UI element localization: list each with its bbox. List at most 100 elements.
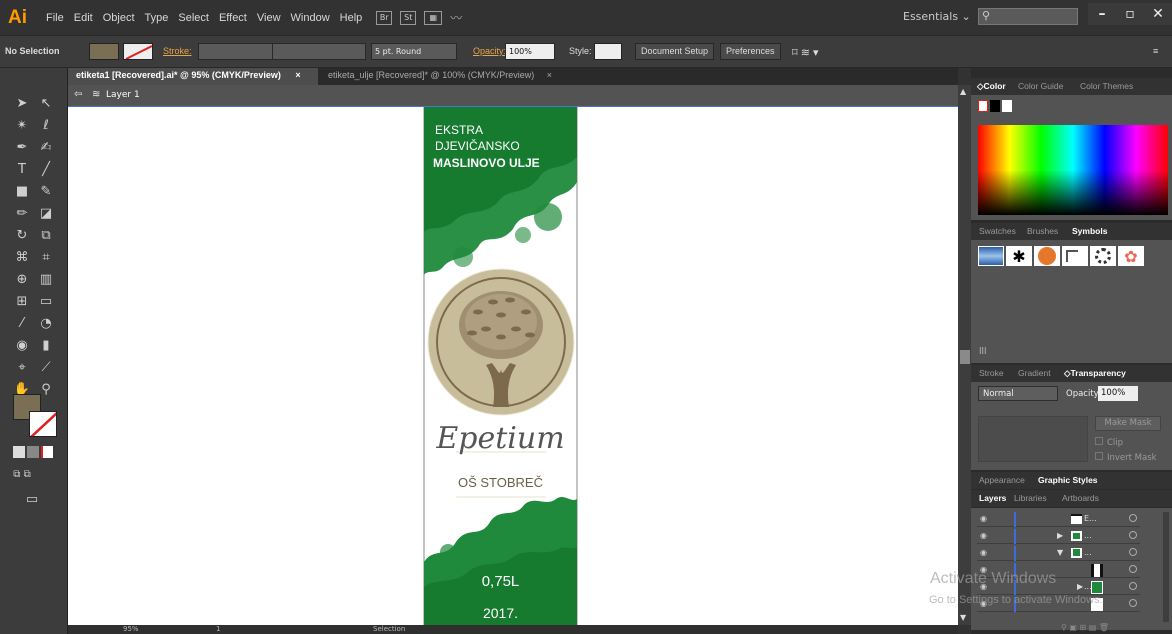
- tab-layers[interactable]: Layers: [979, 493, 1006, 503]
- fill-stroke-mini-icon[interactable]: [978, 100, 1012, 112]
- search-stock-input[interactable]: ⚲: [978, 8, 1078, 25]
- layers-scrollbar[interactable]: [1163, 512, 1169, 622]
- stroke-weight-field[interactable]: [198, 43, 273, 60]
- visibility-eye-icon[interactable]: ◉: [980, 514, 987, 523]
- symbol-orange-button[interactable]: [1034, 246, 1060, 266]
- stroke-label[interactable]: Stroke:: [163, 46, 192, 56]
- opacity-label[interactable]: Opacity:: [473, 46, 506, 56]
- menu-effect[interactable]: Effect: [219, 12, 247, 24]
- symbol-splatter[interactable]: ✱: [1006, 246, 1032, 266]
- symbol-dots-ring[interactable]: [1090, 246, 1116, 266]
- expand-arrow-icon[interactable]: ▶: [1057, 531, 1063, 540]
- menu-file[interactable]: File: [46, 12, 64, 24]
- maximize-button[interactable]: ▫: [1116, 3, 1144, 25]
- tab-color-themes[interactable]: Color Themes: [1080, 81, 1133, 91]
- layer-breadcrumb[interactable]: Layer 1: [106, 90, 140, 100]
- symbol-flower[interactable]: ✿: [1118, 246, 1144, 266]
- perspective-grid-tool-icon[interactable]: ▥: [34, 268, 58, 290]
- rectangle-tool-icon[interactable]: ■: [10, 180, 34, 202]
- menu-window[interactable]: Window: [291, 12, 330, 24]
- blend-mode-select[interactable]: Normal: [978, 386, 1058, 401]
- make-mask-button[interactable]: Make Mask: [1095, 416, 1161, 431]
- artboard-number[interactable]: 1: [216, 625, 220, 633]
- visibility-eye-icon[interactable]: ◉: [980, 548, 987, 557]
- tab-swatches[interactable]: Swatches: [979, 226, 1016, 236]
- collapse-arrow-icon[interactable]: ▼: [1057, 548, 1063, 557]
- tab-color[interactable]: ◇Color: [977, 81, 1006, 92]
- tab-appearance[interactable]: Appearance: [979, 475, 1025, 485]
- selection-tool-icon[interactable]: ➤: [10, 92, 34, 114]
- tab-symbols[interactable]: Symbols: [1072, 226, 1107, 236]
- tab-libraries[interactable]: Libraries: [1014, 493, 1047, 503]
- tab-etiketa1[interactable]: etiketa1 [Recovered].ai* @ 95% (CMYK/Pre…: [68, 68, 318, 85]
- preferences-button[interactable]: Preferences: [720, 43, 781, 60]
- stroke-color-box[interactable]: [29, 411, 57, 437]
- tab-gradient[interactable]: Gradient: [1018, 368, 1051, 378]
- scroll-up-icon[interactable]: ▲: [960, 87, 966, 96]
- tab-brushes[interactable]: Brushes: [1027, 226, 1058, 236]
- target-circle-icon[interactable]: [1129, 531, 1137, 539]
- transparency-opacity-field[interactable]: 100%: [1098, 386, 1138, 401]
- close-button[interactable]: ✕: [1144, 3, 1172, 25]
- target-circle-icon[interactable]: [1129, 582, 1137, 590]
- panel-menu-icon[interactable]: ≡: [1153, 46, 1158, 56]
- target-circle-icon[interactable]: [1129, 565, 1137, 573]
- symbol-sprayer-tool-icon[interactable]: ◉: [10, 334, 34, 356]
- tab-color-guide[interactable]: Color Guide: [1018, 81, 1063, 91]
- line-tool-icon[interactable]: ╱: [34, 158, 58, 180]
- mask-thumbnail[interactable]: [978, 416, 1088, 462]
- tab-artboards[interactable]: Artboards: [1062, 493, 1099, 503]
- symbol-blue-banner[interactable]: [978, 246, 1004, 266]
- stock-button[interactable]: St: [400, 10, 417, 25]
- tab-graphic-styles[interactable]: Graphic Styles: [1038, 475, 1098, 485]
- layer-row[interactable]: ◉ ▼...: [977, 546, 1140, 561]
- menu-edit[interactable]: Edit: [74, 12, 93, 24]
- eyedropper-tool-icon[interactable]: ⁄: [10, 312, 34, 334]
- tab-close-icon[interactable]: ×: [547, 70, 552, 80]
- opacity-field[interactable]: 100%: [505, 43, 555, 60]
- symbol-libraries-icon[interactable]: lll: [979, 347, 987, 357]
- artboard-tool-icon[interactable]: ⌖: [10, 356, 34, 378]
- style-swatch[interactable]: [594, 43, 622, 60]
- vertical-scrollbar[interactable]: ▲ ▼: [958, 85, 971, 625]
- clip-checkbox[interactable]: Clip: [1095, 437, 1123, 448]
- brush-definition-dropdown[interactable]: 5 pt. Round: [371, 43, 457, 60]
- tab-etiketa-ulje[interactable]: etiketa_ulje [Recovered]* @ 100% (CMYK/P…: [320, 68, 580, 85]
- curvature-tool-icon[interactable]: ✍: [34, 136, 58, 158]
- align-icon[interactable]: ⌑ ≋ ▾: [792, 46, 819, 59]
- menu-object[interactable]: Object: [103, 12, 135, 24]
- symbol-frame[interactable]: [1062, 246, 1088, 266]
- expand-arrow-icon[interactable]: ▶: [1077, 582, 1083, 591]
- back-arrow-icon[interactable]: ⇦: [74, 89, 82, 100]
- tab-stroke[interactable]: Stroke: [979, 368, 1004, 378]
- layer-row[interactable]: ◉ E...: [977, 512, 1140, 527]
- draw-mode-icon[interactable]: ⧉ ⧉: [10, 463, 34, 485]
- invert-mask-checkbox[interactable]: Invert Mask: [1095, 452, 1157, 463]
- scroll-down-icon[interactable]: ▼: [960, 613, 966, 622]
- arrange-documents-icon[interactable]: ▦: [424, 10, 443, 25]
- target-circle-icon[interactable]: [1129, 599, 1137, 607]
- width-tool-icon[interactable]: ⌘: [10, 246, 34, 268]
- rotate-tool-icon[interactable]: ↻: [10, 224, 34, 246]
- tab-close-icon[interactable]: ×: [295, 70, 300, 80]
- workspace-switcher[interactable]: Essentials ⌄: [903, 10, 971, 23]
- gpu-performance-icon[interactable]: 〰: [450, 9, 462, 26]
- color-spectrum[interactable]: [978, 125, 1168, 215]
- color-mode-icon[interactable]: [13, 446, 59, 458]
- magic-wand-tool-icon[interactable]: ✴: [10, 114, 34, 136]
- minimize-button[interactable]: –: [1088, 3, 1116, 25]
- free-transform-tool-icon[interactable]: ⌗: [34, 246, 58, 268]
- paintbrush-tool-icon[interactable]: ✎: [34, 180, 58, 202]
- tab-transparency[interactable]: ◇Transparency: [1064, 368, 1126, 379]
- bridge-button[interactable]: Br: [376, 10, 393, 25]
- pencil-tool-icon[interactable]: ✏: [10, 202, 34, 224]
- screen-mode-icon[interactable]: ▭: [20, 488, 44, 510]
- menu-view[interactable]: View: [257, 12, 281, 24]
- direct-selection-tool-icon[interactable]: ↖: [34, 92, 58, 114]
- eraser-tool-icon[interactable]: ◪: [34, 202, 58, 224]
- menu-help[interactable]: Help: [340, 12, 363, 24]
- document-setup-button[interactable]: Document Setup: [635, 43, 715, 60]
- target-circle-icon[interactable]: [1129, 514, 1137, 522]
- mesh-tool-icon[interactable]: ⊞: [10, 290, 34, 312]
- scale-tool-icon[interactable]: ⧉: [34, 224, 58, 246]
